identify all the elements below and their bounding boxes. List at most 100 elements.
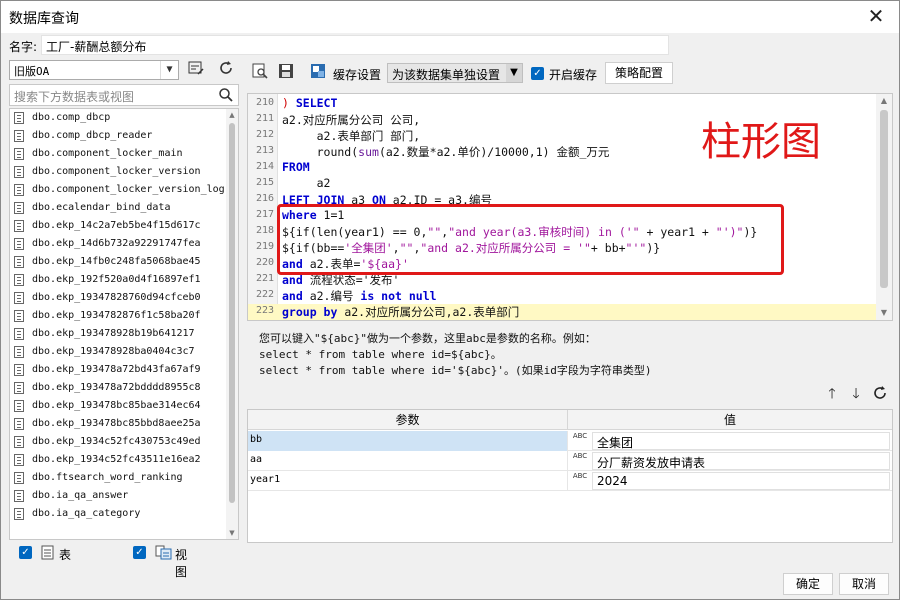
table-search-input[interactable]: 搜索下方数据表或视图 bbox=[9, 84, 239, 106]
table-list-item[interactable]: dbo.ia_qa_category bbox=[10, 505, 228, 523]
table-list[interactable]: dbo.comp_dbcp dbo.comp_dbcp_reader dbo.com… bbox=[9, 108, 239, 540]
table-list-item[interactable]: dbo.ekp_193478bc85bae314ec64 bbox=[10, 397, 228, 415]
code-line[interactable]: 223 group by a2.对应所属分公司,a2.表单部门 bbox=[248, 304, 878, 320]
code-token: 流程状态='发布' bbox=[302, 273, 400, 287]
string-type-icon[interactable]: ABC bbox=[569, 472, 591, 490]
table-list-item[interactable]: dbo.ekp_192f520a0d4f16897ef1 bbox=[10, 271, 228, 289]
cache-mode-select[interactable]: 为该数据集单独设置 ▼ bbox=[387, 63, 523, 83]
parameter-value-input[interactable]: 2024 bbox=[592, 472, 890, 490]
table-list-item[interactable]: dbo.component_locker_main bbox=[10, 145, 228, 163]
strategy-config-button[interactable]: 策略配置 bbox=[605, 62, 673, 84]
table-list-item[interactable]: dbo.ekp_193478928ba0404c3c7 bbox=[10, 343, 228, 361]
preview-icon[interactable] bbox=[251, 63, 269, 81]
parameter-name[interactable]: year1 bbox=[248, 471, 568, 491]
line-number: 220 bbox=[255, 257, 274, 268]
parameter-value-input[interactable]: 全集团 bbox=[592, 432, 890, 450]
table-list-item[interactable]: dbo.ekp_193478928b19b641217 bbox=[10, 325, 228, 343]
show-views-checkbox[interactable]: ✓ bbox=[133, 546, 146, 559]
editor-scrollbar[interactable]: ▲ ▼ bbox=[876, 94, 892, 320]
parameter-row[interactable]: year1 ABC 2024 bbox=[248, 471, 892, 491]
table-list-item[interactable]: dbo.ekp_1934c52fc43511e16ea2 bbox=[10, 451, 228, 469]
scroll-down-icon[interactable]: ▼ bbox=[876, 306, 892, 320]
table-list-item[interactable]: dbo.component_locker_version_log bbox=[10, 181, 228, 199]
code-line[interactable]: 215 a2 bbox=[248, 176, 878, 192]
parameter-row[interactable]: bb ABC 全集团 bbox=[248, 431, 892, 451]
table-name: dbo.ia_qa_answer bbox=[32, 490, 129, 501]
column-header-param: 参数 bbox=[248, 410, 568, 430]
name-label: 名字: bbox=[9, 40, 38, 54]
code-text: FROM bbox=[282, 160, 310, 174]
save-icon[interactable] bbox=[277, 63, 295, 81]
parameter-value-input[interactable]: 分厂薪资发放申请表 bbox=[592, 452, 890, 470]
table-name: dbo.ekp_1934c52fc430753c49ed bbox=[32, 436, 201, 447]
table-list-item[interactable]: dbo.ftsearch_word_ranking bbox=[10, 469, 228, 487]
table-list-item[interactable]: dbo.ecalendar_bind_data bbox=[10, 199, 228, 217]
code-text: a2 bbox=[282, 176, 331, 190]
refresh-icon[interactable] bbox=[215, 60, 237, 80]
string-type-icon[interactable]: ABC bbox=[569, 432, 591, 450]
table-icon bbox=[14, 328, 24, 340]
left-panel: 旧版OA ▼ 搜索下方数据表或视图 dbo.comp_dbcp dbo.comp_… bbox=[9, 59, 239, 540]
edit-connection-icon[interactable] bbox=[185, 60, 207, 80]
table-list-item[interactable]: dbo.component_locker_version bbox=[10, 163, 228, 181]
close-icon[interactable]: ✕ bbox=[863, 5, 889, 29]
table-list-item[interactable]: dbo.ekp_193478a72bd43fa67af9 bbox=[10, 361, 228, 379]
table-list-item[interactable]: dbo.comp_dbcp_reader bbox=[10, 127, 228, 145]
string-type-icon[interactable]: ABC bbox=[569, 452, 591, 470]
table-list-item[interactable]: dbo.ekp_1934c52fc430753c49ed bbox=[10, 433, 228, 451]
table-name: dbo.ekp_14c2a7eb5be4f15d617c bbox=[32, 220, 201, 231]
name-input[interactable]: 工厂-薪酬总额分布 bbox=[41, 35, 669, 55]
code-token: group by bbox=[282, 305, 338, 319]
table-list-item[interactable]: dbo.ekp_1934782876f1c58ba20f bbox=[10, 307, 228, 325]
scroll-up-icon[interactable]: ▲ bbox=[876, 94, 892, 108]
column-header-value: 值 bbox=[723, 413, 736, 427]
code-text: round(sum(a2.数量*a2.单价)/10000,1) 金额_万元 bbox=[282, 144, 610, 160]
chevron-down-icon[interactable]: ▼ bbox=[160, 61, 178, 79]
table-list-item[interactable]: dbo.ekp_19347828760d94cfceb0 bbox=[10, 289, 228, 307]
table-list-item[interactable]: dbo.ekp_193478a72bdddd8955c8 bbox=[10, 379, 228, 397]
refresh-params-icon[interactable] bbox=[871, 385, 889, 403]
datasource-value: 旧版OA bbox=[14, 65, 50, 78]
parameter-row[interactable]: aa ABC 分厂薪资发放申请表 bbox=[248, 451, 892, 471]
scrollbar-thumb[interactable] bbox=[880, 110, 888, 288]
table-list-item[interactable]: dbo.ia_qa_answer bbox=[10, 487, 228, 505]
table-list-item[interactable]: dbo.ekp_14d6b732a92291747fea bbox=[10, 235, 228, 253]
parameter-name[interactable]: bb bbox=[248, 431, 568, 451]
table-list-item[interactable]: dbo.comp_dbcp bbox=[10, 109, 228, 127]
scroll-up-icon[interactable]: ▲ bbox=[226, 109, 238, 121]
line-number: 213 bbox=[255, 145, 274, 156]
table-list-item[interactable]: dbo.ekp_14c2a7eb5be4f15d617c bbox=[10, 217, 228, 235]
show-tables-checkbox[interactable]: ✓ bbox=[19, 546, 32, 559]
table-list-item[interactable]: dbo.ekp_14fb0c248fa5068bae45 bbox=[10, 253, 228, 271]
code-token: a2.对应所属分公司 公司, bbox=[282, 113, 421, 127]
ok-button[interactable]: 确定 bbox=[783, 573, 833, 595]
line-number: 218 bbox=[255, 225, 274, 236]
table-name: dbo.ekp_1934782876f1c58ba20f bbox=[32, 310, 201, 321]
parameter-name[interactable]: aa bbox=[248, 451, 568, 471]
name-row: 名字: 工厂-薪酬总额分布 bbox=[1, 33, 899, 57]
datasource-select[interactable]: 旧版OA ▼ bbox=[9, 60, 179, 80]
code-token: and bbox=[282, 273, 303, 287]
table-icon bbox=[41, 545, 55, 563]
move-down-icon[interactable]: 🡓 bbox=[847, 385, 865, 403]
move-up-icon[interactable]: 🡑 bbox=[823, 385, 841, 403]
table-icon bbox=[14, 436, 24, 448]
table-name: dbo.ekp_193478a72bdddd8955c8 bbox=[32, 382, 201, 393]
table-icon bbox=[14, 202, 24, 214]
table-list-item[interactable]: dbo.ekp_193478bc85bbd8aee25a bbox=[10, 415, 228, 433]
scroll-down-icon[interactable]: ▼ bbox=[226, 527, 238, 539]
code-text: a2.对应所属分公司 公司, bbox=[282, 112, 420, 128]
table-name: dbo.ekp_193478bc85bae314ec64 bbox=[32, 400, 201, 411]
enable-cache-checkbox[interactable]: ✓ bbox=[531, 67, 544, 80]
cache-settings-label: 缓存设置 bbox=[333, 68, 382, 82]
table-name: dbo.ekp_193478928ba0404c3c7 bbox=[32, 346, 195, 357]
chevron-down-icon[interactable]: ▼ bbox=[506, 64, 522, 82]
table-list-scrollbar[interactable]: ▲ ▼ bbox=[226, 109, 238, 539]
search-icon[interactable] bbox=[218, 87, 234, 103]
cancel-button[interactable]: 取消 bbox=[839, 573, 889, 595]
table-icon bbox=[14, 274, 24, 286]
code-text: and a2.编号 is not null bbox=[282, 288, 437, 304]
code-line[interactable]: 222 and a2.编号 is not null bbox=[248, 288, 878, 304]
show-tables-label: 表 bbox=[59, 548, 72, 562]
scrollbar-thumb[interactable] bbox=[229, 123, 235, 503]
